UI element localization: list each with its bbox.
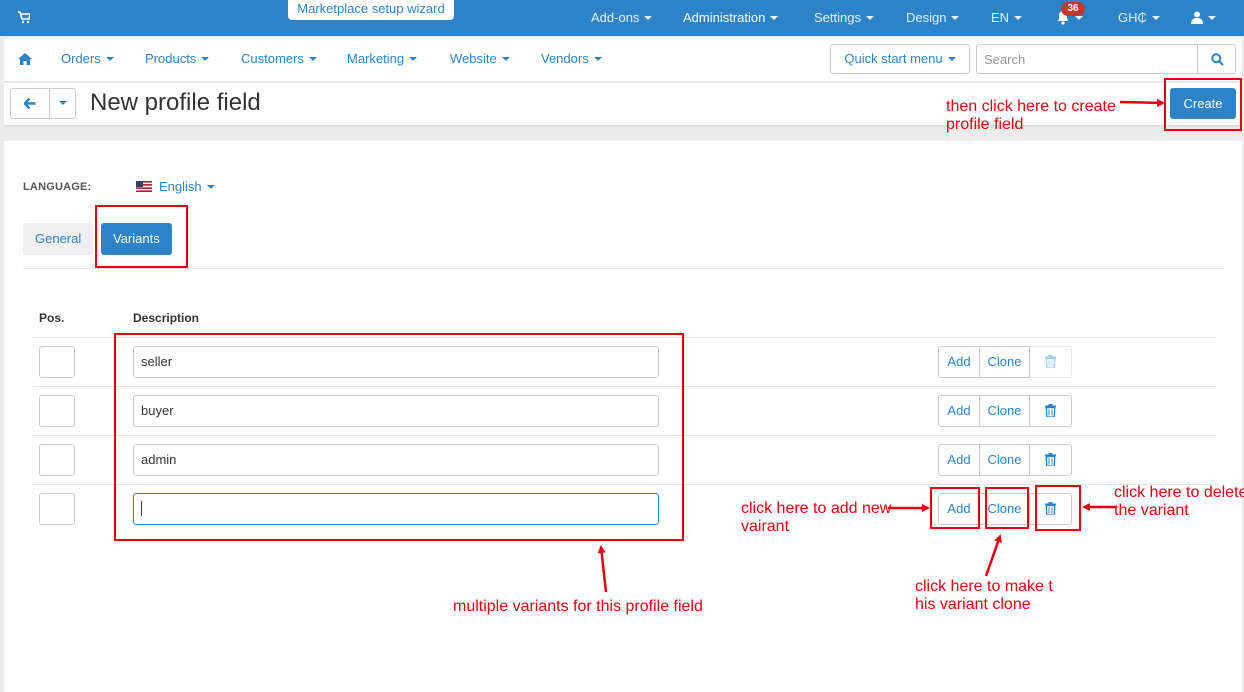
settings-menu[interactable]: Settings bbox=[814, 0, 874, 36]
position-input[interactable] bbox=[39, 493, 75, 525]
delete-button[interactable] bbox=[1029, 395, 1072, 427]
column-header-pos: Pos. bbox=[39, 311, 65, 325]
language-menu[interactable]: EN bbox=[991, 0, 1023, 36]
caret-down-icon bbox=[308, 56, 317, 61]
user-icon bbox=[1191, 11, 1203, 24]
us-flag-icon bbox=[136, 181, 152, 192]
trash-icon bbox=[1045, 404, 1056, 417]
caret-down-icon bbox=[409, 56, 418, 61]
caret-down-icon bbox=[1014, 15, 1023, 20]
annotation-clone: click here to make t his variant clone bbox=[915, 578, 1053, 613]
delete-button[interactable] bbox=[1029, 444, 1072, 476]
caret-down-icon bbox=[1075, 15, 1083, 20]
language-select[interactable]: English bbox=[159, 179, 215, 194]
caret-down-icon bbox=[865, 15, 874, 20]
search-icon bbox=[1211, 53, 1224, 66]
arrow-left-icon bbox=[24, 98, 36, 109]
caret-down-icon bbox=[644, 15, 653, 20]
position-input[interactable] bbox=[39, 395, 75, 427]
caret-down-icon bbox=[206, 184, 215, 189]
setup-wizard-link[interactable]: Marketplace setup wizard bbox=[288, 0, 454, 20]
position-input[interactable] bbox=[39, 444, 75, 476]
highlight-variants-tab bbox=[95, 205, 188, 268]
history-dropdown-button[interactable] bbox=[49, 88, 76, 119]
annotation-delete: click here to delete the variant bbox=[1114, 484, 1244, 519]
caret-down-icon bbox=[947, 56, 956, 61]
trash-icon bbox=[1045, 453, 1056, 466]
administration-menu[interactable]: Administration bbox=[683, 0, 779, 36]
tab-divider bbox=[23, 268, 1223, 269]
column-header-description: Description bbox=[133, 311, 200, 325]
nav-products[interactable]: Products bbox=[145, 38, 210, 82]
highlight-clone bbox=[985, 487, 1029, 529]
highlight-add bbox=[930, 487, 980, 529]
clone-button[interactable]: Clone bbox=[979, 395, 1030, 427]
add-button[interactable]: Add bbox=[938, 346, 980, 378]
nav-customers[interactable]: Customers bbox=[241, 38, 317, 82]
highlight-delete bbox=[1035, 485, 1081, 531]
search-button[interactable] bbox=[1197, 44, 1236, 74]
caret-down-icon bbox=[201, 56, 210, 61]
clone-button[interactable]: Clone bbox=[979, 444, 1030, 476]
nav-marketing[interactable]: Marketing bbox=[347, 38, 418, 82]
nav-vendors[interactable]: Vendors bbox=[541, 38, 602, 82]
annotation-create: then click here to create profile field bbox=[946, 98, 1116, 133]
page-title: New profile field bbox=[90, 89, 261, 116]
caret-down-icon bbox=[593, 56, 602, 61]
highlight-descriptions bbox=[114, 333, 684, 541]
currency-menu[interactable]: GH₵ bbox=[1118, 0, 1160, 36]
delete-button[interactable] bbox=[1029, 346, 1072, 378]
top-bar: Marketplace setup wizard Add-ons Adminis… bbox=[0, 0, 1244, 36]
caret-down-icon bbox=[951, 15, 960, 20]
nav-website[interactable]: Website bbox=[450, 38, 510, 82]
caret-down-icon bbox=[501, 56, 510, 61]
add-button[interactable]: Add bbox=[938, 395, 980, 427]
caret-down-icon bbox=[1208, 15, 1216, 20]
quick-start-menu-button[interactable]: Quick start menu bbox=[830, 44, 970, 74]
main-nav: Orders Products Customers Marketing Webs… bbox=[4, 38, 1242, 82]
search-input[interactable] bbox=[976, 44, 1197, 74]
user-menu[interactable] bbox=[1191, 0, 1216, 36]
caret-down-icon bbox=[1151, 15, 1160, 20]
home-icon[interactable] bbox=[18, 53, 32, 65]
design-menu[interactable]: Design bbox=[906, 0, 960, 36]
annotation-add: click here to add new vairant bbox=[741, 500, 892, 535]
nav-orders[interactable]: Orders bbox=[61, 38, 114, 82]
cart-icon[interactable] bbox=[18, 10, 30, 24]
notification-badge: 36 bbox=[1061, 2, 1085, 16]
caret-down-icon bbox=[59, 101, 67, 105]
annotation-variants: multiple variants for this profile field bbox=[453, 598, 703, 615]
highlight-create bbox=[1164, 78, 1242, 131]
tab-general[interactable]: General bbox=[23, 223, 94, 255]
addons-menu[interactable]: Add-ons bbox=[591, 0, 653, 36]
caret-down-icon bbox=[105, 56, 114, 61]
trash-icon bbox=[1045, 355, 1056, 368]
language-label: LANGUAGE: bbox=[23, 181, 92, 193]
caret-down-icon bbox=[770, 15, 779, 20]
back-button[interactable] bbox=[10, 88, 50, 119]
clone-button[interactable]: Clone bbox=[979, 346, 1030, 378]
add-button[interactable]: Add bbox=[938, 444, 980, 476]
position-input[interactable] bbox=[39, 346, 75, 378]
